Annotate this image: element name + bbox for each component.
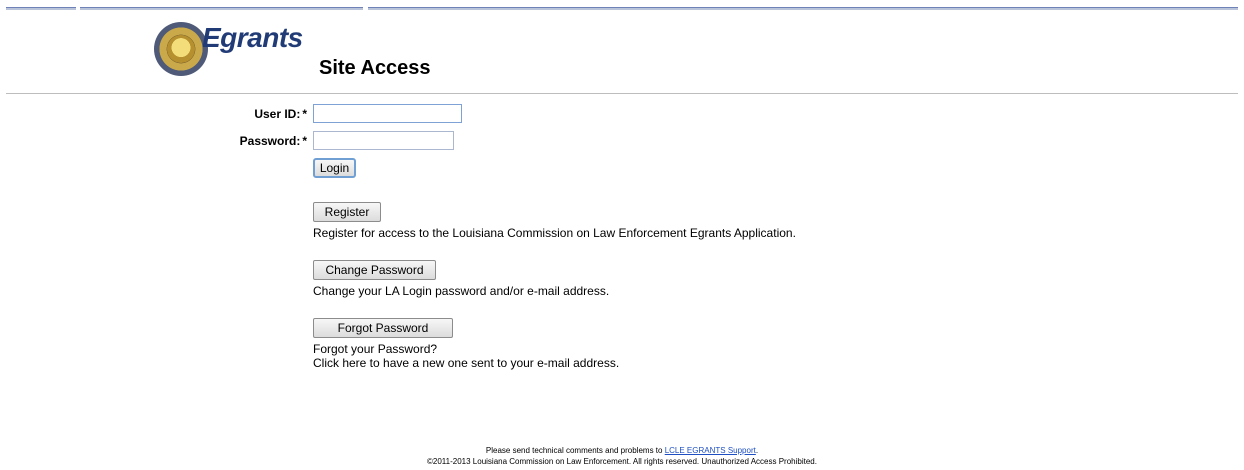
page-title: Site Access [319,57,431,79]
state-seal-icon [154,22,208,76]
footer-copyright: ©2011-2013 Louisiana Commission on Law E… [427,457,817,466]
top-divider-2 [80,7,363,10]
change-password-description: Change your LA Login password and/or e-m… [313,284,610,298]
footer-support-line: Please send technical comments and probl… [485,446,759,455]
change-password-button[interactable]: Change Password [313,260,436,280]
register-description: Register for access to the Louisiana Com… [313,226,796,240]
top-divider-1 [6,7,76,10]
forgot-password-description: Click here to have a new one sent to you… [313,356,620,370]
user-id-label: User ID: * [254,107,307,121]
forgot-password-question: Forgot your Password? [313,342,438,356]
footer: Please send technical comments and probl… [0,445,1244,467]
password-label: Password: * [239,134,307,148]
password-input[interactable] [313,131,454,150]
support-link[interactable]: LCLE EGRANTS Support [665,446,756,455]
forgot-password-button[interactable]: Forgot Password [313,318,453,338]
header-divider [6,93,1238,94]
user-id-input[interactable] [313,104,462,123]
login-button[interactable]: Login [313,158,356,178]
top-divider-3 [368,7,1238,10]
egrants-logo: Egrants [202,22,303,53]
register-button[interactable]: Register [313,202,381,222]
